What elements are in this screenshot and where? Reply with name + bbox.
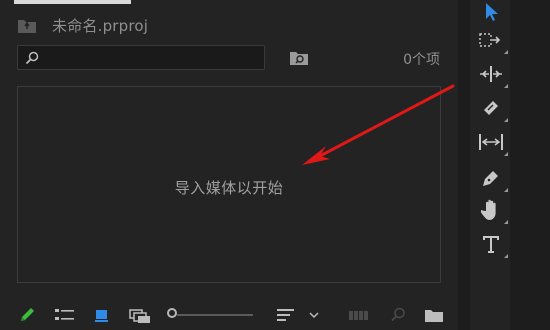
ripple-edit-tool[interactable] [478,62,508,88]
project-panel: 未命名.prproj 0个项 导入媒体以开始 [0,0,458,330]
freeform-view-icon[interactable] [128,306,152,324]
track-select-forward-tool[interactable] [478,28,508,54]
pen-icon [483,171,498,186]
project-bottom-bar [0,300,458,330]
automate-to-sequence-icon [349,311,368,320]
search-input[interactable] [17,45,265,70]
ripple-edit-icon [480,66,502,82]
project-name: 未命名.prproj [52,16,149,35]
type-icon [483,236,499,253]
new-search-bin-icon[interactable] [289,49,309,66]
new-bin-icon[interactable] [424,306,444,324]
zoom-slider-handle[interactable] [167,308,177,318]
chevron-down-icon[interactable] [308,306,320,324]
slip-icon [479,134,503,150]
media-drop-area[interactable]: 导入媒体以开始 [17,86,441,283]
pencil-icon[interactable] [18,306,36,324]
hand-icon [481,199,496,220]
search-icon [25,51,39,65]
find-icon [391,307,405,322]
project-header: 未命名.prproj [17,14,148,36]
item-count: 0个项 [403,52,440,68]
pen-tool[interactable] [478,166,508,192]
razor-icon [484,101,498,115]
type-tool[interactable] [478,232,508,258]
import-media-prompt: 导入媒体以开始 [174,179,284,197]
selection-tool[interactable] [478,0,504,24]
list-view-icon[interactable] [54,306,76,324]
hand-tool[interactable] [478,198,508,224]
bin-icon [18,20,36,33]
slip-tool[interactable] [478,130,508,156]
razor-tool[interactable] [478,96,508,122]
active-tab-indicator [14,0,131,4]
tools-panel [470,0,510,330]
arrow-cursor-icon [486,3,498,21]
sort-icon[interactable] [276,306,296,324]
zoom-slider-track[interactable] [177,314,253,316]
icon-view-icon[interactable] [94,306,110,324]
track-select-icon [479,33,501,47]
